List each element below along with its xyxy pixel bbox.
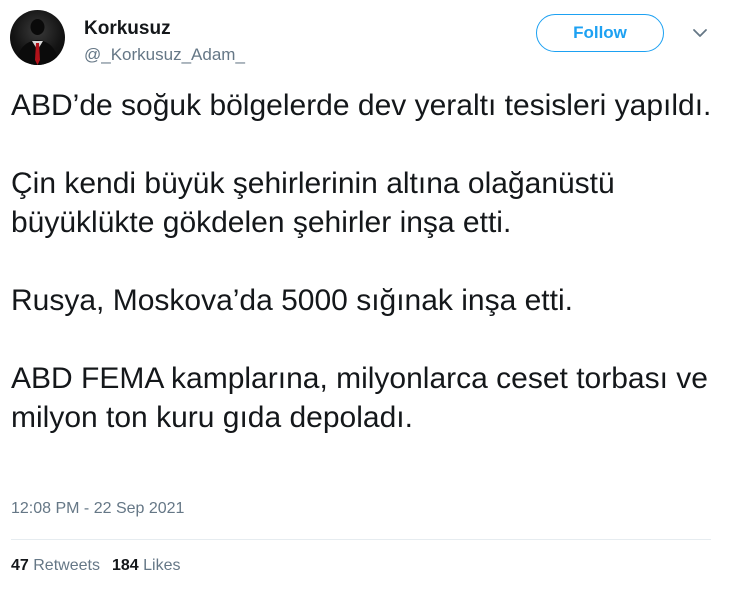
avatar[interactable] <box>10 10 65 65</box>
user-handle[interactable]: @_Korkusuz_Adam_ <box>84 45 245 65</box>
chevron-down-icon[interactable] <box>690 25 710 41</box>
follow-button[interactable]: Follow <box>536 14 664 52</box>
retweets-stat[interactable]: 47 Retweets <box>11 557 100 574</box>
tweet-header: Korkusuz @_Korkusuz_Adam_ Follow <box>10 10 730 66</box>
divider <box>11 539 711 540</box>
likes-count: 184 <box>111 557 139 574</box>
avatar-suit-figure-icon <box>16 19 59 65</box>
tweet-stats: 47 Retweets 184 Likes <box>11 557 180 575</box>
tweet-paragraph: ABD’de soğuk bölgelerde dev yeraltı tesi… <box>11 89 712 122</box>
tweet-card: Korkusuz @_Korkusuz_Adam_ Follow ABD’de … <box>0 0 743 592</box>
likes-stat[interactable]: 184 Likes <box>112 557 181 574</box>
retweets-count: 47 <box>11 557 29 574</box>
tweet-paragraph: Çin kendi büyük şehirlerinin altına olağ… <box>11 167 615 239</box>
retweets-label: Retweets <box>33 557 100 574</box>
tweet-paragraph: Rusya, Moskova’da 5000 sığınak inşa etti… <box>11 284 573 317</box>
likes-label: Likes <box>143 557 181 574</box>
tweet-text: ABD’de soğuk bölgelerde dev yeraltı tesi… <box>11 86 726 476</box>
tweet-paragraph: ABD FEMA kamplarına, milyonlarca ceset t… <box>11 362 708 434</box>
tweet-timestamp[interactable]: 12:08 PM - 22 Sep 2021 <box>11 500 184 518</box>
display-name[interactable]: Korkusuz <box>84 18 171 40</box>
